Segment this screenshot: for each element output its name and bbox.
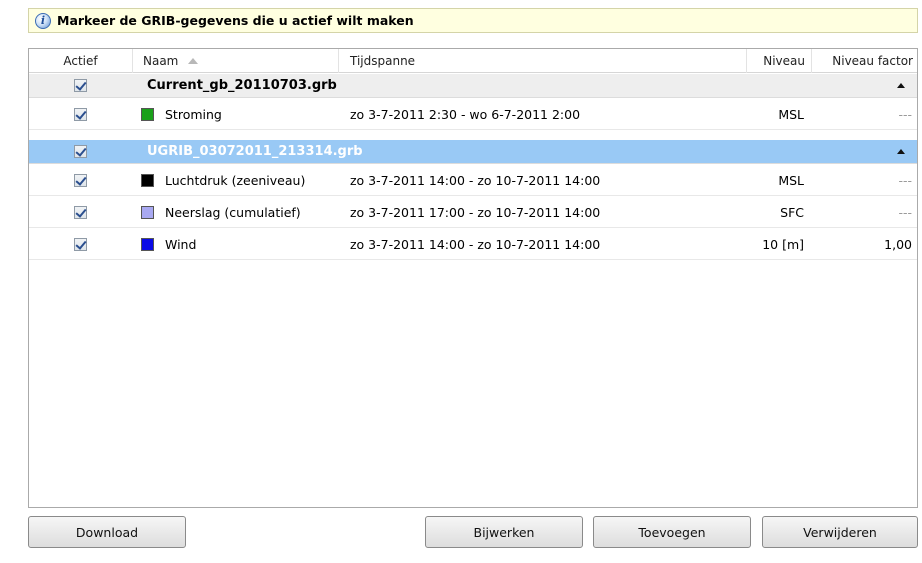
sort-ascending-icon xyxy=(188,57,199,64)
column-header-actief-label: Actief xyxy=(63,54,98,68)
row-level: 10 [m] xyxy=(762,236,804,252)
row-active-checkbox[interactable] xyxy=(74,173,87,187)
row-timespan: zo 3-7-2011 14:00 - zo 10-7-2011 14:00 xyxy=(350,172,601,188)
collapse-icon[interactable] xyxy=(897,149,905,154)
color-swatch[interactable] xyxy=(141,205,154,219)
row-active-checkbox[interactable] xyxy=(74,107,87,121)
column-header-niveau[interactable]: Niveau xyxy=(747,49,812,73)
row-active-checkbox[interactable] xyxy=(74,205,87,219)
group-title: Current_gb_20110703.grb xyxy=(147,78,337,93)
color-swatch[interactable] xyxy=(141,237,154,251)
grid-header: Actief Naam Tijdspanne Niveau Niveau fac… xyxy=(29,49,917,73)
table-row[interactable]: Wind zo 3-7-2011 14:00 - zo 10-7-2011 14… xyxy=(29,229,917,260)
color-swatch[interactable] xyxy=(141,107,154,121)
row-timespan: zo 3-7-2011 14:00 - zo 10-7-2011 14:00 xyxy=(350,236,601,252)
row-level: MSL xyxy=(778,172,804,188)
column-header-niveau-label: Niveau xyxy=(763,54,805,68)
collapse-icon[interactable] xyxy=(897,83,905,88)
column-header-actief[interactable]: Actief xyxy=(29,49,133,73)
table-row[interactable]: Stroming zo 3-7-2011 2:30 - wo 6-7-2011 … xyxy=(29,99,917,130)
row-level: SFC xyxy=(780,204,804,220)
column-header-tijdspanne[interactable]: Tijdspanne xyxy=(339,49,747,73)
bijwerken-button[interactable]: Bijwerken xyxy=(425,516,583,548)
row-level-factor: --- xyxy=(898,204,912,220)
group-row-selected[interactable]: UGRIB_03072011_213314.grb xyxy=(29,140,917,164)
group-active-checkbox[interactable] xyxy=(74,145,87,158)
verwijderen-button[interactable]: Verwijderen xyxy=(762,516,918,548)
row-active-checkbox[interactable] xyxy=(74,237,87,251)
row-level-factor: --- xyxy=(898,106,912,122)
row-timespan: zo 3-7-2011 2:30 - wo 6-7-2011 2:00 xyxy=(350,106,581,122)
download-button[interactable]: Download xyxy=(28,516,186,548)
row-level-factor: 1,00 xyxy=(884,236,912,252)
row-level-factor: --- xyxy=(898,172,912,188)
row-name: Stroming xyxy=(165,106,222,122)
row-name: Wind xyxy=(165,236,197,252)
group-title: UGRIB_03072011_213314.grb xyxy=(147,144,363,159)
info-text: Markeer de GRIB-gegevens die u actief wi… xyxy=(57,13,414,28)
column-header-naam-label: Naam xyxy=(143,54,179,68)
row-timespan: zo 3-7-2011 17:00 - zo 10-7-2011 14:00 xyxy=(350,204,601,220)
info-bar: i Markeer de GRIB-gegevens die u actief … xyxy=(28,8,918,33)
column-header-niveau-factor-label: Niveau factor xyxy=(832,54,913,68)
grib-data-grid[interactable]: Actief Naam Tijdspanne Niveau Niveau fac… xyxy=(28,48,918,508)
table-row[interactable]: Neerslag (cumulatief) zo 3-7-2011 17:00 … xyxy=(29,197,917,228)
group-active-checkbox[interactable] xyxy=(74,79,87,92)
row-name: Luchtdruk (zeeniveau) xyxy=(165,172,306,188)
column-header-niveau-factor[interactable]: Niveau factor xyxy=(812,49,919,73)
table-row[interactable]: Luchtdruk (zeeniveau) zo 3-7-2011 14:00 … xyxy=(29,165,917,196)
column-header-naam[interactable]: Naam xyxy=(133,49,339,73)
color-swatch[interactable] xyxy=(141,173,154,187)
toevoegen-button[interactable]: Toevoegen xyxy=(593,516,751,548)
group-row[interactable]: Current_gb_20110703.grb xyxy=(29,74,917,98)
column-header-tijdspanne-label: Tijdspanne xyxy=(350,54,416,68)
row-level: MSL xyxy=(778,106,804,122)
info-icon: i xyxy=(35,12,51,29)
row-name: Neerslag (cumulatief) xyxy=(165,204,301,220)
